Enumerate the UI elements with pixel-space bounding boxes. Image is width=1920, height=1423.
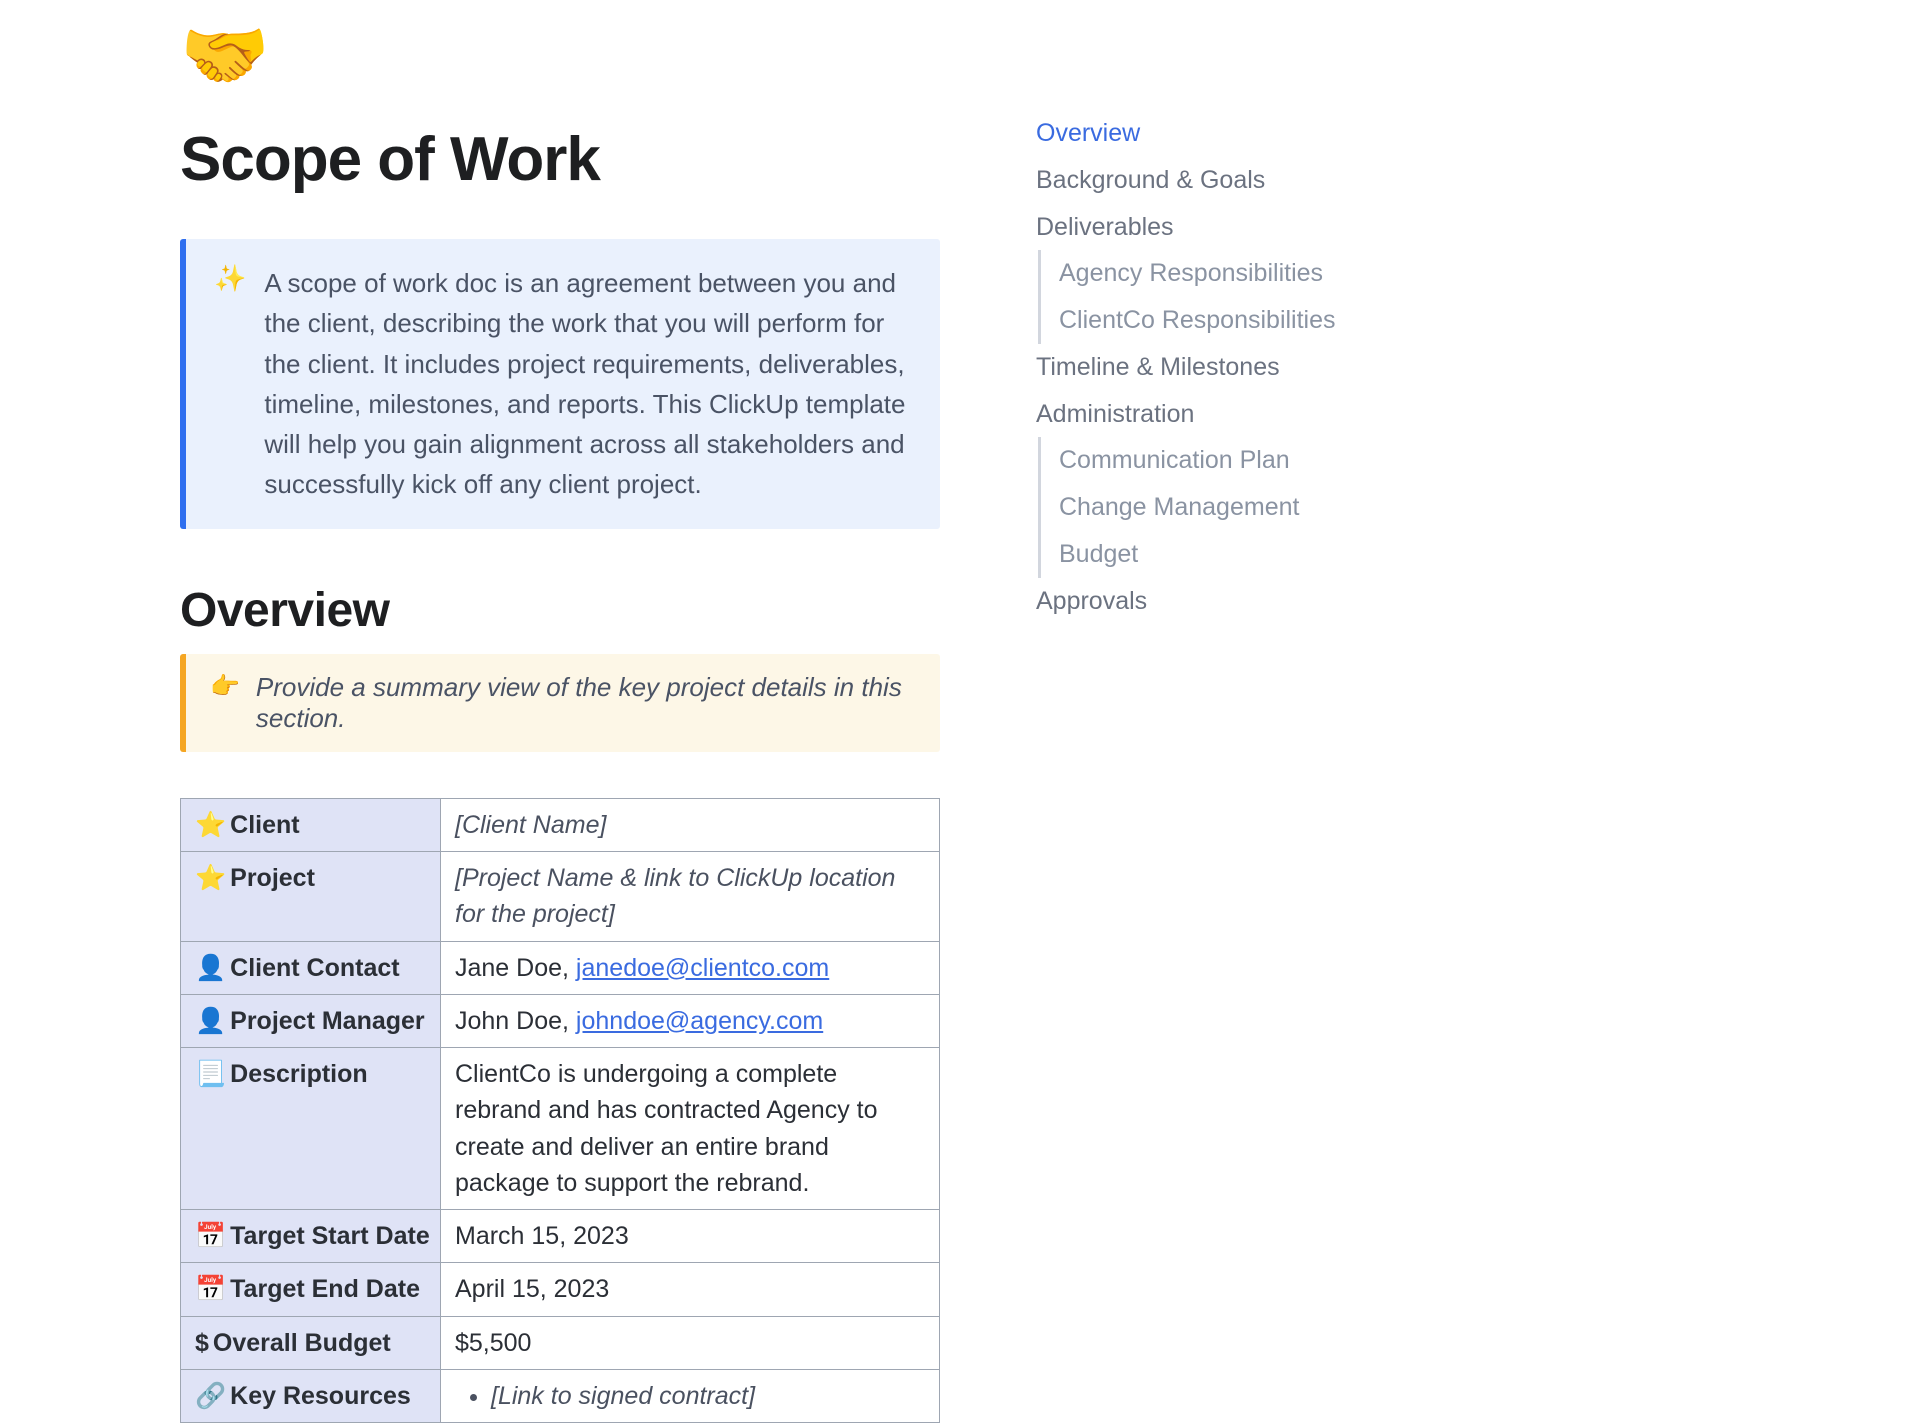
star-icon: ⭐ [195,811,226,839]
table-row: 👤Project Manager John Doe, johndoe@agenc… [181,994,940,1047]
row-label: Project [230,864,315,892]
toc-item-administration[interactable]: Administration [1036,391,1340,438]
row-value[interactable]: $5,500 [455,1329,531,1357]
row-label: Client Contact [230,954,399,982]
toc-subitem[interactable]: Change Management [1059,484,1340,531]
link-icon: 🔗 [195,1382,226,1410]
dollar-icon: $ [195,1329,209,1357]
table-row: 📅Target End Date April 15, 2023 [181,1263,940,1316]
sparkles-icon: ✨ [214,263,246,505]
overview-callout-text: Provide a summary view of the key projec… [256,672,916,734]
calendar-icon: 📅 [195,1222,226,1250]
row-label: Overall Budget [213,1329,391,1357]
person-icon: 👤 [195,954,226,982]
toc-subitem[interactable]: Budget [1059,531,1340,578]
table-row: 📅Target Start Date March 15, 2023 [181,1210,940,1263]
page-icon: 📃 [195,1060,226,1088]
row-value[interactable]: ClientCo is undergoing a complete rebran… [455,1060,878,1197]
person-icon: 👤 [195,1007,226,1035]
page-icon[interactable]: 🤝 [180,20,940,92]
document-main: 🤝 Scope of Work ✨ A scope of work doc is… [40,20,1020,1423]
page-title[interactable]: Scope of Work [180,124,940,195]
row-label: Target Start Date [230,1222,430,1250]
pm-email-link[interactable]: johndoe@agency.com [576,1007,823,1035]
toc-item-overview[interactable]: Overview [1036,110,1340,157]
table-row: 👤Client Contact Jane Doe, janedoe@client… [181,941,940,994]
overview-callout[interactable]: 👉 Provide a summary view of the key proj… [180,654,940,752]
toc-item-timeline[interactable]: Timeline & Milestones [1036,344,1340,391]
table-row: ⭐Project [Project Name & link to ClickUp… [181,852,940,942]
resource-item[interactable]: [Link to signed contract] [491,1378,925,1414]
table-row: 📃Description ClientCo is undergoing a co… [181,1048,940,1210]
point-right-icon: 👉 [210,672,240,734]
row-label: Description [230,1060,368,1088]
intro-callout[interactable]: ✨ A scope of work doc is an agreement be… [180,239,940,529]
table-of-contents: Overview Background & Goals Deliverables… [1020,20,1340,1423]
pm-name: John Doe, [455,1007,576,1035]
star-icon: ⭐ [195,864,226,892]
toc-item-approvals[interactable]: Approvals [1036,578,1340,625]
contact-email-link[interactable]: janedoe@clientco.com [576,954,829,982]
toc-subitem[interactable]: Agency Responsibilities [1059,250,1340,297]
row-label: Key Resources [230,1382,411,1410]
row-value[interactable]: [Project Name & link to ClickUp location… [455,864,895,928]
overview-heading[interactable]: Overview [180,583,940,638]
table-row: $Overall Budget $5,500 [181,1316,940,1369]
toc-subitem[interactable]: ClientCo Responsibilities [1059,297,1340,344]
row-label: Project Manager [230,1007,425,1035]
toc-item-background[interactable]: Background & Goals [1036,157,1340,204]
toc-subitem[interactable]: Communication Plan [1059,437,1340,484]
table-row: 🔗Key Resources [Link to signed contract] [181,1369,940,1422]
table-row: ⭐Client [Client Name] [181,798,940,851]
row-label: Target End Date [230,1275,420,1303]
row-value[interactable]: March 15, 2023 [455,1222,629,1250]
row-label: Client [230,811,299,839]
calendar-icon: 📅 [195,1275,226,1303]
overview-table[interactable]: ⭐Client [Client Name] ⭐Project [Project … [180,798,940,1423]
contact-name: Jane Doe, [455,954,576,982]
row-value[interactable]: [Client Name] [455,811,606,839]
toc-item-deliverables[interactable]: Deliverables [1036,204,1340,251]
intro-text: A scope of work doc is an agreement betw… [264,263,912,505]
row-value[interactable]: April 15, 2023 [455,1275,609,1303]
